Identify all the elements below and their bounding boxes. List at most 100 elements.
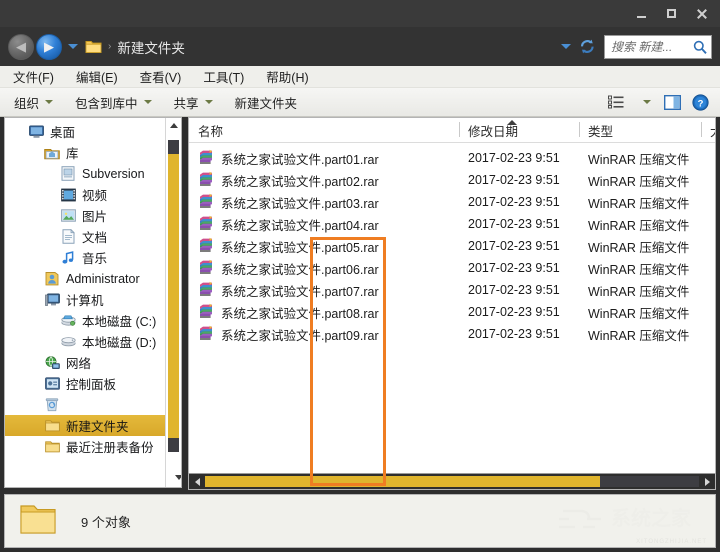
scroll-up-button[interactable] xyxy=(166,118,181,133)
table-row[interactable]: 系统之家试验文件.part04.rar 2017-02-23 9:51 WinR… xyxy=(189,213,715,235)
file-name-cell: 系统之家试验文件.part04.rar xyxy=(189,215,459,234)
menu-file[interactable]: 文件(F) xyxy=(4,65,63,88)
file-list-horizontal-scrollbar[interactable] xyxy=(188,473,716,490)
winrar-archive-icon xyxy=(198,259,216,277)
table-row[interactable]: 系统之家试验文件.part02.rar 2017-02-23 9:51 WinR… xyxy=(189,169,715,191)
menu-view[interactable]: 查看(V) xyxy=(131,65,191,88)
command-toolbar: 组织 包含到库中 共享 新建文件夹 ? xyxy=(0,88,720,117)
scroll-right-button[interactable] xyxy=(699,474,715,489)
breadcrumb[interactable]: › 新建文件夹 xyxy=(85,35,554,59)
view-options-button[interactable] xyxy=(604,91,628,113)
winrar-archive-icon xyxy=(198,149,216,167)
scrollbar-track[interactable] xyxy=(205,476,699,487)
search-input[interactable] xyxy=(605,39,689,54)
sidebar-item-administrator[interactable]: Administrator xyxy=(5,268,165,289)
table-row[interactable]: 系统之家试验文件.part01.rar 2017-02-23 9:51 WinR… xyxy=(189,147,715,169)
scroll-down-button[interactable] xyxy=(171,470,181,485)
minimize-button[interactable] xyxy=(626,3,656,25)
view-options-dropdown[interactable] xyxy=(632,91,656,113)
forward-button[interactable]: ▶ xyxy=(36,33,62,60)
file-name-cell: 系统之家试验文件.part02.rar xyxy=(189,171,459,190)
file-name-label: 系统之家试验文件.part02.rar xyxy=(221,174,379,189)
table-row[interactable]: 系统之家试验文件.part07.rar 2017-02-23 9:51 WinR… xyxy=(189,279,715,301)
table-row[interactable]: 系统之家试验文件.part03.rar 2017-02-23 9:51 WinR… xyxy=(189,191,715,213)
network-icon xyxy=(43,354,61,372)
sidebar-item-recycle-bin[interactable] xyxy=(5,394,165,415)
explorer-window: ◀ ▶ › 新建文件夹 搜索 新建... 文件(F) 编辑(E) 查看(V) 工… xyxy=(0,0,720,552)
address-dropdown-button[interactable] xyxy=(558,37,574,57)
new-folder-button[interactable]: 新建文件夹 xyxy=(227,90,306,115)
sidebar-item-new-folder[interactable]: 新建文件夹 xyxy=(5,415,165,436)
column-header-size[interactable]: 大 xyxy=(701,118,715,142)
chevron-down-icon xyxy=(561,44,571,49)
search-icon xyxy=(689,40,711,54)
include-in-library-button[interactable]: 包含到库中 xyxy=(67,90,160,115)
winrar-archive-icon xyxy=(198,215,216,233)
system-drive-icon xyxy=(59,312,77,330)
view-options-icon xyxy=(608,95,624,109)
title-bar xyxy=(0,0,720,27)
sidebar-item-desktop[interactable]: 桌面 xyxy=(5,121,165,142)
sidebar-item-network[interactable]: 网络 xyxy=(5,352,165,373)
table-row[interactable]: 系统之家试验文件.part08.rar 2017-02-23 9:51 WinR… xyxy=(189,301,715,323)
file-name-cell: 系统之家试验文件.part09.rar xyxy=(189,325,459,344)
sidebar-item-label: 音乐 xyxy=(82,252,108,266)
menu-help[interactable]: 帮助(H) xyxy=(257,65,317,88)
table-row[interactable]: 系统之家试验文件.part06.rar 2017-02-23 9:51 WinR… xyxy=(189,257,715,279)
sidebar-item-drive-d[interactable]: 本地磁盘 (D:) xyxy=(5,331,165,352)
sidebar-item-control-panel[interactable]: 控制面板 xyxy=(5,373,165,394)
scrollbar-thumb[interactable] xyxy=(205,476,601,487)
winrar-archive-icon xyxy=(198,281,216,299)
help-button[interactable]: ? xyxy=(688,91,712,113)
file-name-label: 系统之家试验文件.part03.rar xyxy=(221,196,379,211)
organize-button[interactable]: 组织 xyxy=(6,90,61,115)
scroll-left-button[interactable] xyxy=(189,474,205,489)
sidebar-item-documents[interactable]: 文档 xyxy=(5,226,165,247)
recent-locations-button[interactable] xyxy=(67,40,79,54)
back-arrow-icon: ◀ xyxy=(16,39,26,54)
sidebar-item-pictures[interactable]: 图片 xyxy=(5,205,165,226)
svg-text:?: ? xyxy=(697,98,703,109)
sidebar-item-computer[interactable]: 计算机 xyxy=(5,289,165,310)
file-date-cell: 2017-02-23 9:51 xyxy=(468,239,560,253)
file-name-label: 系统之家试验文件.part08.rar xyxy=(221,306,379,321)
table-row[interactable]: 系统之家试验文件.part09.rar 2017-02-23 9:51 WinR… xyxy=(189,323,715,345)
computer-icon xyxy=(43,291,61,309)
sidebar-item-label: 视频 xyxy=(82,189,108,203)
search-box[interactable] xyxy=(604,34,712,59)
share-button[interactable]: 共享 xyxy=(166,90,221,115)
file-date-cell: 2017-02-23 9:51 xyxy=(468,217,560,231)
scrollbar-thumb[interactable] xyxy=(168,140,179,452)
navigation-pane-scrollbar[interactable] xyxy=(165,118,181,487)
menu-tools[interactable]: 工具(T) xyxy=(194,65,253,88)
video-icon xyxy=(59,186,77,204)
column-header-name[interactable]: 名称 xyxy=(189,118,459,142)
breadcrumb-current[interactable]: 新建文件夹 xyxy=(117,37,185,57)
column-header-type[interactable]: 类型 xyxy=(579,118,701,142)
winrar-archive-icon xyxy=(198,171,216,189)
maximize-button[interactable] xyxy=(656,3,686,25)
drive-icon xyxy=(59,333,77,351)
sidebar-item-label: 计算机 xyxy=(66,294,104,308)
close-button[interactable] xyxy=(686,3,716,25)
back-button[interactable]: ◀ xyxy=(8,33,34,60)
file-date-cell: 2017-02-23 9:51 xyxy=(468,305,560,319)
file-list-pane: 名称 修改日期 类型 大 xyxy=(188,117,716,488)
menu-edit[interactable]: 编辑(E) xyxy=(67,65,127,88)
column-header-date-modified[interactable]: 修改日期 xyxy=(459,118,579,142)
sidebar-item-label: 文档 xyxy=(82,231,108,245)
sidebar-item-label: 新建文件夹 xyxy=(66,420,129,434)
sidebar-item-recent-registry-backup[interactable]: 最近注册表备份 xyxy=(5,436,165,457)
file-date-cell: 2017-02-23 9:51 xyxy=(468,261,560,275)
sidebar-item-music[interactable]: 音乐 xyxy=(5,247,165,268)
file-date-cell: 2017-02-23 9:51 xyxy=(468,283,560,297)
sidebar-item-libraries[interactable]: 库 xyxy=(5,142,165,163)
file-date-cell: 2017-02-23 9:51 xyxy=(468,327,560,341)
sidebar-item-videos[interactable]: 视频 xyxy=(5,184,165,205)
sidebar-item-subversion[interactable]: Subversion xyxy=(5,163,165,184)
preview-pane-button[interactable] xyxy=(660,91,684,113)
table-row[interactable]: 系统之家试验文件.part05.rar 2017-02-23 9:51 WinR… xyxy=(189,235,715,257)
refresh-button[interactable] xyxy=(576,36,598,58)
chevron-right-icon xyxy=(704,477,710,486)
sidebar-item-drive-c[interactable]: 本地磁盘 (C:) xyxy=(5,310,165,331)
